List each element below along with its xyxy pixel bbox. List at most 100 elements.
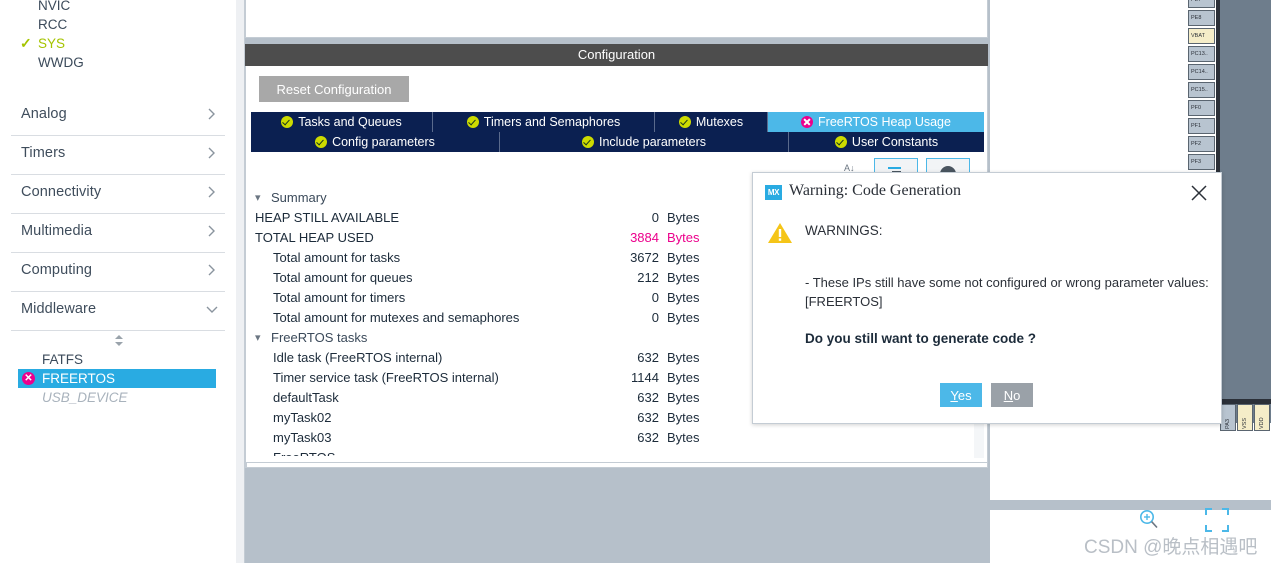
section-label: FreeRTOS tasks xyxy=(271,330,368,345)
sidebar-group-middleware[interactable]: Middleware xyxy=(11,292,225,331)
tab-label: Timers and Semaphores xyxy=(483,115,621,129)
tab-freertos-heap-usage[interactable]: FreeRTOS Heap Usage xyxy=(768,112,984,132)
chevron-right-icon xyxy=(205,145,219,161)
pin-pc15[interactable]: PC15.. xyxy=(1188,82,1215,98)
tab-label: Mutexes xyxy=(695,115,744,129)
task-row-mytask03: myTask03 632 Bytes xyxy=(247,428,987,448)
chevron-right-icon xyxy=(205,106,219,122)
pin-pc14[interactable]: PC14.. xyxy=(1188,64,1215,80)
cubemx-app-icon: MX xyxy=(765,185,782,200)
row-unit: Bytes xyxy=(667,250,700,265)
reset-configuration-button[interactable]: Reset Configuration xyxy=(259,76,409,102)
dialog-title: Warning: Code Generation xyxy=(789,182,961,199)
sidebar-group-multimedia[interactable]: Multimedia xyxy=(11,214,225,253)
row-label: Timer service task (FreeRTOS internal) xyxy=(273,370,499,385)
chevron-right-icon xyxy=(205,184,219,200)
close-icon[interactable] xyxy=(1187,181,1211,205)
group-label: Connectivity xyxy=(21,184,102,200)
sidebar-group-analog[interactable]: Analog xyxy=(11,97,225,136)
application-window: NVIC RCC ✓ SYS WWDG Analog Timers Connec… xyxy=(0,0,1271,563)
watermark-text: CSDN @晚点相遇吧 xyxy=(1084,537,1258,558)
status-ok-icon xyxy=(315,136,328,148)
pin-pf3[interactable]: PF3 xyxy=(1188,154,1215,170)
mode-panel-area xyxy=(245,0,988,38)
status-ok-icon xyxy=(834,136,847,148)
sidebar-item-fatfs[interactable]: FATFS xyxy=(0,350,236,369)
row-value: 632 xyxy=(637,410,659,425)
tab-include-parameters[interactable]: Include parameters xyxy=(500,132,789,152)
chevron-right-icon xyxy=(205,223,219,239)
tab-config-parameters[interactable]: Config parameters xyxy=(251,132,500,152)
group-label: Timers xyxy=(21,145,66,161)
pin-pa3-bottom[interactable]: PA3 xyxy=(1220,404,1236,431)
sidebar-item-usb-device[interactable]: USB_DEVICE xyxy=(0,388,236,407)
pin-pe7[interactable]: PE7 xyxy=(1188,0,1215,8)
yes-button[interactable]: YYeses xyxy=(940,383,982,407)
bottom-panel-wrapper xyxy=(246,462,987,467)
chevron-down-icon: ▾ xyxy=(255,192,261,204)
group-label: Multimedia xyxy=(21,223,93,239)
pin-pf1[interactable]: PF1 xyxy=(1188,118,1215,134)
scroll-spinner-icon[interactable] xyxy=(110,333,128,347)
peripheral-label: RCC xyxy=(38,17,68,32)
row-unit: Bytes xyxy=(667,350,700,365)
row-value: 3884 xyxy=(630,230,659,245)
peripheral-item-sys[interactable]: ✓ SYS xyxy=(0,34,236,53)
configuration-title-bar: Configuration xyxy=(245,44,988,66)
no-button[interactable]: No xyxy=(991,383,1033,407)
row-label: Total amount for queues xyxy=(273,270,413,285)
check-icon: ✓ xyxy=(20,35,32,51)
row-value: 0 xyxy=(651,210,659,225)
peripheral-label: WWDG xyxy=(38,55,84,70)
error-badge-icon: ✕ xyxy=(22,372,35,385)
status-ok-icon xyxy=(281,116,294,128)
fullscreen-icon[interactable] xyxy=(1203,506,1231,534)
row-label: Total amount for timers xyxy=(273,290,406,305)
tab-strip-primary: Tasks and Queues Timers and Semaphores M… xyxy=(251,112,984,132)
pin-pf0[interactable]: PF0 xyxy=(1188,100,1215,116)
zoom-in-icon[interactable] xyxy=(1137,508,1161,532)
peripheral-item-wwdg[interactable]: WWDG xyxy=(0,53,236,72)
pin-pe8[interactable]: PE8 xyxy=(1188,10,1215,26)
pin-vbat[interactable]: VBAT xyxy=(1188,28,1215,44)
row-label: FreeRTOS xyxy=(273,448,335,456)
row-label: Total amount for mutexes and semaphores xyxy=(273,310,520,325)
row-value: 632 xyxy=(637,350,659,365)
row-unit: Bytes xyxy=(667,230,700,245)
row-unit: Bytes xyxy=(667,390,700,405)
middleware-label: FREERTOS xyxy=(42,371,116,386)
dialog-title-bar: MX Warning: Code Generation xyxy=(753,173,1221,213)
tab-label: Include parameters xyxy=(598,135,706,149)
dialog-question: Do you still want to generate code ? xyxy=(805,331,1037,346)
tab-label: Tasks and Queues xyxy=(298,115,402,129)
tab-label: FreeRTOS Heap Usage xyxy=(818,115,951,129)
row-value: 1144 xyxy=(631,370,659,385)
row-label: defaultTask xyxy=(273,390,339,405)
tab-tasks-and-queues[interactable]: Tasks and Queues xyxy=(251,112,433,132)
peripheral-item-nvic[interactable]: NVIC xyxy=(0,0,236,15)
sidebar-group-timers[interactable]: Timers xyxy=(11,136,225,175)
tab-user-constants[interactable]: User Constants xyxy=(789,132,984,152)
pin-vss-bottom[interactable]: VSS xyxy=(1237,404,1253,431)
panel-divider[interactable] xyxy=(236,0,245,563)
code-generation-warning-dialog: MX Warning: Code Generation WARNINGS: - … xyxy=(752,172,1222,424)
row-label: TOTAL HEAP USED xyxy=(255,230,374,245)
tab-strip-secondary: Config parameters Include parameters Use… xyxy=(251,132,984,152)
category-group-list: Analog Timers Connectivity Multimedia Co… xyxy=(0,97,236,331)
peripheral-item-rcc[interactable]: RCC xyxy=(0,15,236,34)
pin-pc13[interactable]: PC13.. xyxy=(1188,46,1215,62)
section-label: Summary xyxy=(271,190,327,205)
peripheral-label: NVIC xyxy=(38,0,71,13)
pin-vdd-bottom[interactable]: VDD xyxy=(1254,404,1270,431)
sidebar-group-connectivity[interactable]: Connectivity xyxy=(11,175,225,214)
middleware-label: FATFS xyxy=(42,352,84,367)
tab-timers-and-semaphores[interactable]: Timers and Semaphores xyxy=(433,112,655,132)
pin-pf2[interactable]: PF2 xyxy=(1188,136,1215,152)
tab-mutexes[interactable]: Mutexes xyxy=(655,112,768,132)
page-title: Configuration xyxy=(577,47,656,62)
row-label: myTask02 xyxy=(273,410,332,425)
warning-triangle-icon xyxy=(767,221,793,245)
row-value: 3672 xyxy=(630,250,659,265)
sidebar-group-computing[interactable]: Computing xyxy=(11,253,225,292)
sidebar-item-freertos[interactable]: ✕ FREERTOS xyxy=(18,369,216,388)
